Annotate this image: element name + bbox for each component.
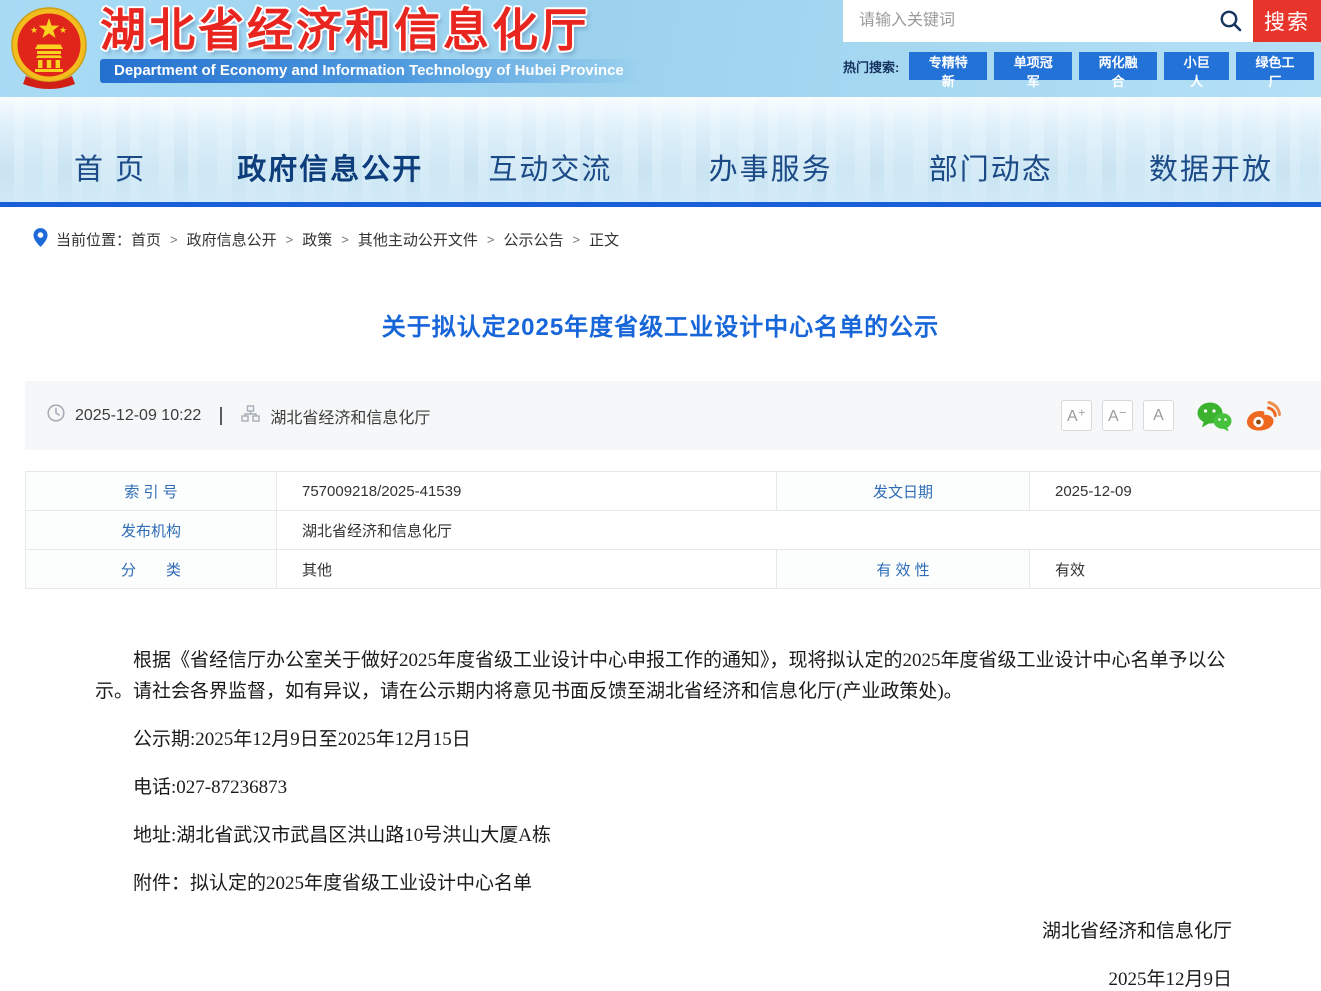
hot-tag-button[interactable]: 专精特新 xyxy=(909,52,988,89)
breadcrumb-link[interactable]: 政策 xyxy=(302,229,332,250)
wechat-share-icon[interactable] xyxy=(1196,401,1232,431)
category-label: 分 类 xyxy=(25,549,277,589)
index-number-label: 索 引 号 xyxy=(25,471,277,511)
publishing-agency-label: 发布机构 xyxy=(25,510,277,550)
validity-label: 有 效 性 xyxy=(776,549,1030,589)
breadcrumb-current: 正文 xyxy=(589,231,620,249)
weibo-share-icon[interactable] xyxy=(1246,400,1281,431)
issue-date-value: 2025-12-09 xyxy=(1029,471,1321,511)
body-paragraph: 根据《省经信厅办公室关于做好2025年度省级工业设计中心申报工作的通知》，现将拟… xyxy=(95,650,1226,702)
category-value: 其他 xyxy=(276,549,777,589)
article-body: 根据《省经信厅办公室关于做好2025年度省级工业设计中心申报工作的通知》，现将拟… xyxy=(95,645,1232,991)
breadcrumb-separator: > xyxy=(486,231,495,247)
issue-date-label: 发文日期 xyxy=(776,471,1030,511)
nav-item-home[interactable]: 首 页 xyxy=(0,146,220,202)
table-row: 分 类 其他 有 效 性 有效 xyxy=(25,549,1321,589)
breadcrumb-label: 当前位置： xyxy=(56,231,132,249)
font-size-increase-button[interactable]: A⁺ xyxy=(1061,400,1092,431)
table-row: 发布机构 湖北省经济和信息化厅 xyxy=(25,510,1321,550)
attachment-label: 附件： xyxy=(133,873,191,894)
svg-text:★: ★ xyxy=(30,25,38,35)
source-icon xyxy=(241,404,261,427)
validity-value: 有效 xyxy=(1029,549,1321,589)
page: ★ ★ 湖北省经济和信息化厅 Department of Economy and… xyxy=(0,0,1321,991)
hot-tag-button[interactable]: 两化融合 xyxy=(1079,52,1158,89)
nav-item-open-data[interactable]: 数据开放 xyxy=(1101,146,1321,202)
clock-icon xyxy=(47,404,65,427)
site-header: ★ ★ 湖北省经济和信息化厅 Department of Economy and… xyxy=(0,0,1321,97)
index-number-value: 757009218/2025-41539 xyxy=(276,471,777,511)
search-box xyxy=(843,0,1253,42)
nav-item-interaction[interactable]: 互动交流 xyxy=(440,146,660,202)
breadcrumb-link[interactable]: 首页 xyxy=(131,229,161,250)
hot-tag-button[interactable]: 绿色工厂 xyxy=(1236,52,1314,89)
nav-item-department-news[interactable]: 部门动态 xyxy=(881,146,1101,202)
nav-item-info-disclosure[interactable]: 政府信息公开 xyxy=(220,146,440,202)
breadcrumb-link[interactable]: 政府信息公开 xyxy=(187,229,277,250)
publish-source: 湖北省经济和信息化厅 xyxy=(270,409,431,427)
site-brand: 湖北省经济和信息化厅 Department of Economy and Inf… xyxy=(100,4,642,97)
signature-date: 2025年12月9日 xyxy=(1108,969,1232,990)
main-nav: 首 页 政府信息公开 互动交流 办事服务 部门动态 数据开放 xyxy=(0,97,1321,207)
search-input[interactable] xyxy=(843,0,1209,42)
hot-search-label: 热门搜索: xyxy=(843,59,900,75)
address-line: 地址:湖北省武汉市武昌区洪山路10号洪山大厦A栋 xyxy=(133,825,552,846)
page-title: 关于拟认定2025年度省级工业设计中心名单的公示 xyxy=(381,314,940,341)
site-subtitle: Department of Economy and Information Te… xyxy=(100,59,642,83)
breadcrumb-separator: > xyxy=(572,231,581,247)
table-row: 索 引 号 757009218/2025-41539 发文日期 2025-12-… xyxy=(25,471,1321,511)
breadcrumb-separator: > xyxy=(170,231,178,247)
breadcrumb-link[interactable]: 其他主动公开文件 xyxy=(358,229,478,250)
font-size-decrease-button[interactable]: A⁻ xyxy=(1102,400,1133,431)
hot-tag-button[interactable]: 小巨人 xyxy=(1164,52,1230,89)
location-pin-icon xyxy=(33,227,48,251)
search-button[interactable]: 搜索 xyxy=(1253,0,1321,42)
hot-search-row: 热门搜索: 专精特新 单项冠军 两化融合 小巨人 绿色工厂 xyxy=(843,52,1321,89)
publish-datetime: 2025-12-09 10:22 xyxy=(75,406,202,424)
signature-org: 湖北省经济和信息化厅 xyxy=(1041,921,1232,942)
publicity-period-line: 公示期:2025年12月9日至2025年12月15日 xyxy=(133,729,471,750)
breadcrumb: 当前位置： 首页 > 政府信息公开 > 政策 > 其他主动公开文件 > 公示公告… xyxy=(0,207,1321,249)
national-emblem-icon: ★ ★ xyxy=(8,5,90,97)
attachment-line: 附件：拟认定的2025年度省级工业设计中心名单 xyxy=(95,871,1232,897)
document-info-table: 索 引 号 757009218/2025-41539 发文日期 2025-12-… xyxy=(25,471,1321,589)
search-area: 搜索 热门搜索: 专精特新 单项冠军 两化融合 小巨人 绿色工厂 xyxy=(843,0,1321,89)
meta-divider xyxy=(220,406,223,425)
font-size-reset-button[interactable]: A xyxy=(1143,400,1174,431)
hot-tag-button[interactable]: 单项冠军 xyxy=(994,52,1073,89)
svg-text:★: ★ xyxy=(59,25,67,35)
breadcrumb-separator: > xyxy=(285,231,294,247)
article-meta-bar: 2025-12-09 10:22 湖北省经济和信息化厅 A⁺ A⁻ A xyxy=(25,381,1321,450)
nav-item-services[interactable]: 办事服务 xyxy=(661,146,881,202)
phone-line: 电话:027-87236873 xyxy=(133,777,288,798)
attachment-link[interactable]: 拟认定的2025年度省级工业设计中心名单 xyxy=(190,873,532,894)
publishing-agency-value: 湖北省经济和信息化厅 xyxy=(276,510,1321,550)
breadcrumb-separator: > xyxy=(341,231,349,247)
search-icon[interactable] xyxy=(1209,9,1253,33)
site-title: 湖北省经济和信息化厅 xyxy=(100,4,590,56)
breadcrumb-link[interactable]: 公示公告 xyxy=(503,229,563,250)
